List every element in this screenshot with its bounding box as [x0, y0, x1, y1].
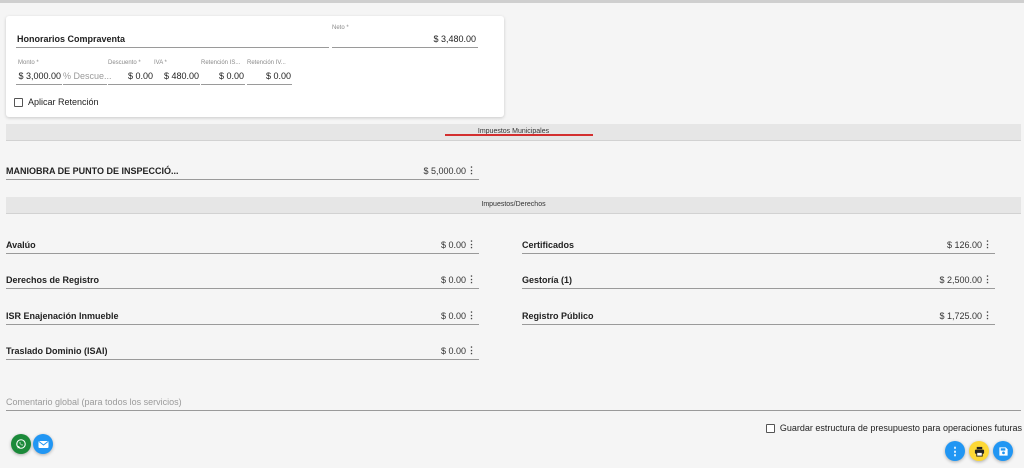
- discount-percent-field[interactable]: % Descue...: [63, 60, 112, 85]
- rights-row-gestoria[interactable]: Gestoría (1) $ 2,500.00 ⋮: [522, 271, 995, 289]
- fee-card: Honorarios Compraventa Neto * $ 3,480.00…: [6, 16, 504, 117]
- whatsapp-button[interactable]: [11, 434, 31, 454]
- rights-title: Impuestos/Derechos: [481, 201, 546, 208]
- retention-isr-field[interactable]: Retención IS... $ 0.00: [201, 60, 245, 85]
- rights-row-derechos-registro[interactable]: Derechos de Registro $ 0.00 ⋮: [6, 271, 479, 289]
- top-divider: [0, 0, 1024, 3]
- apply-retention-option[interactable]: Aplicar Retención: [14, 97, 99, 107]
- fee-title: Honorarios Compraventa: [17, 34, 126, 44]
- more-options-icon[interactable]: ⋮: [983, 310, 992, 321]
- iva-label: IVA *: [154, 60, 167, 66]
- more-options-icon[interactable]: ⋮: [467, 274, 476, 285]
- fee-title-field[interactable]: Honorarios Compraventa: [16, 30, 329, 48]
- discount-label: Descuento *: [108, 60, 141, 66]
- apply-retention-checkbox[interactable]: [14, 97, 23, 107]
- retention-isr-value: $ 0.00: [218, 71, 244, 81]
- more-options-icon[interactable]: ⋮: [983, 239, 992, 250]
- rights-divider: [6, 213, 1021, 214]
- rights-row-label: Registro Público: [522, 311, 594, 321]
- iva-value: $ 480.00: [163, 71, 199, 81]
- monto-value: $ 3,000.00: [18, 71, 61, 81]
- more-options-icon[interactable]: ⋮: [983, 274, 992, 285]
- save-structure-label: Guardar estructura de presupuesto para o…: [779, 423, 1022, 433]
- rights-row-label: Gestoría (1): [522, 275, 573, 285]
- rights-row-label: Derechos de Registro: [6, 275, 100, 285]
- rights-row-avaluo[interactable]: Avalúo $ 0.00 ⋮: [6, 236, 479, 254]
- more-vert-icon: ⋮: [949, 445, 961, 458]
- municipal-taxes-banner: Impuestos Municipales: [6, 124, 1021, 140]
- rights-row-amount: $ 2,500.00: [939, 275, 982, 285]
- mail-icon: [38, 440, 48, 448]
- email-button[interactable]: [33, 434, 53, 454]
- rights-row-amount: $ 126.00: [946, 240, 982, 250]
- more-options-icon[interactable]: ⋮: [467, 345, 476, 356]
- apply-retention-label: Aplicar Retención: [28, 97, 99, 107]
- rights-row-label: Traslado Dominio (ISAI): [6, 346, 108, 356]
- rights-row-label: Avalúo: [6, 240, 36, 250]
- more-options-icon[interactable]: ⋮: [467, 165, 476, 176]
- iva-field[interactable]: IVA * $ 480.00: [154, 60, 200, 85]
- whatsapp-icon: [16, 439, 26, 449]
- global-comment-placeholder: Comentario global (para todos los servic…: [6, 397, 182, 407]
- rights-row-amount: $ 0.00: [440, 240, 466, 250]
- printer-icon: [974, 446, 984, 457]
- retention-iva-value: $ 0.00: [265, 71, 291, 81]
- municipal-item-label: MANIOBRA DE PUNTO DE INSPECCIÓ...: [6, 166, 179, 176]
- rights-row-amount: $ 1,725.00: [939, 311, 982, 321]
- discount-percent-placeholder: % Descue...: [63, 71, 112, 81]
- discount-value: $ 0.00: [127, 71, 153, 81]
- save-icon: [998, 446, 1008, 456]
- municipal-item-amount: $ 5,000.00: [423, 166, 466, 176]
- global-comment-input[interactable]: Comentario global (para todos los servic…: [6, 394, 1021, 411]
- save-button[interactable]: [993, 441, 1013, 461]
- neto-label: Neto *: [332, 25, 349, 31]
- retention-iva-field[interactable]: Retención IV... $ 0.00: [247, 60, 292, 85]
- rights-row-amount: $ 0.00: [440, 275, 466, 285]
- municipal-active-indicator: [445, 134, 593, 136]
- retention-iva-label: Retención IV...: [247, 60, 286, 66]
- rights-row-label: Certificados: [522, 240, 575, 250]
- municipal-item-row[interactable]: MANIOBRA DE PUNTO DE INSPECCIÓ... $ 5,00…: [6, 162, 479, 180]
- rights-row-amount: $ 0.00: [440, 346, 466, 356]
- rights-banner: Impuestos/Derechos: [6, 197, 1021, 213]
- print-button[interactable]: [969, 441, 989, 461]
- monto-label: Monto *: [18, 60, 39, 66]
- rights-row-isai[interactable]: Traslado Dominio (ISAI) $ 0.00 ⋮: [6, 342, 479, 360]
- monto-field[interactable]: Monto * $ 3,000.00: [16, 60, 62, 85]
- rights-row-isr[interactable]: ISR Enajenación Inmueble $ 0.00 ⋮: [6, 307, 479, 325]
- more-options-icon[interactable]: ⋮: [467, 310, 476, 321]
- neto-value: $ 3,480.00: [433, 34, 476, 44]
- rights-row-registro-publico[interactable]: Registro Público $ 1,725.00 ⋮: [522, 307, 995, 325]
- rights-row-certificados[interactable]: Certificados $ 126.00 ⋮: [522, 236, 995, 254]
- save-structure-option[interactable]: Guardar estructura de presupuesto para o…: [765, 423, 1022, 433]
- discount-field[interactable]: Descuento * $ 0.00: [108, 60, 154, 85]
- rights-row-amount: $ 0.00: [440, 311, 466, 321]
- save-structure-checkbox[interactable]: [765, 423, 775, 433]
- neto-field[interactable]: Neto * $ 3,480.00: [332, 25, 478, 48]
- municipal-divider: [6, 140, 1021, 141]
- retention-isr-label: Retención IS...: [201, 60, 241, 66]
- rights-row-label: ISR Enajenación Inmueble: [6, 311, 119, 321]
- more-actions-button[interactable]: ⋮: [945, 441, 965, 461]
- more-options-icon[interactable]: ⋮: [467, 239, 476, 250]
